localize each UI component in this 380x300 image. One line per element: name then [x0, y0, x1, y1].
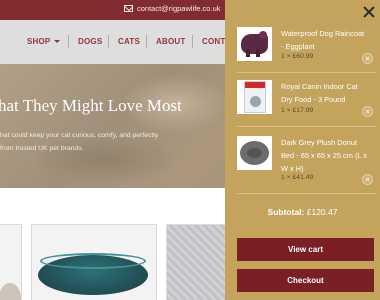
cart-divider [237, 126, 376, 127]
cart-item-thumbnail[interactable] [237, 27, 272, 61]
cat-food-bag-icon [244, 81, 266, 113]
bag-label-band [245, 82, 265, 88]
donut-bed-center [247, 148, 262, 158]
cart-item-quantity: 1 × £41.49 [281, 174, 314, 181]
subtotal-label: Subtotal: [267, 207, 305, 217]
remove-item-icon[interactable] [362, 106, 373, 117]
raincoat-leg [246, 49, 250, 57]
cart-item-name[interactable]: Royal Canin Indoor Cat Dry Food - 3 Poun… [281, 80, 367, 106]
cart-item-quantity: 1 × £60.99 [281, 53, 314, 60]
remove-item-icon[interactable] [362, 174, 373, 185]
raincoat-leg [256, 49, 260, 57]
page-overlay[interactable] [0, 0, 225, 300]
bag-cat-picture [250, 96, 261, 107]
cart-item-name[interactable]: Waterproof Dog Raincoat - Eggplant [281, 27, 367, 53]
cart-item: Royal Canin Indoor Cat Dry Food - 3 Poun… [237, 80, 377, 120]
cart-item-name[interactable]: Dark Grey Plush Donut Bed - 65 x 65 x 25… [281, 136, 367, 175]
cart-subtotal: Subtotal: £120.47 [225, 207, 380, 217]
cart-item-thumbnail[interactable] [237, 80, 272, 114]
cart-divider [237, 72, 376, 73]
cart-item: Dark Grey Plush Donut Bed - 65 x 65 x 25… [237, 136, 377, 188]
cart-item: Waterproof Dog Raincoat - Eggplant 1 × £… [237, 27, 377, 67]
subtotal-value: £120.47 [306, 207, 338, 217]
cart-item-quantity: 1 × £17.99 [281, 107, 314, 114]
checkout-button[interactable]: Checkout [237, 269, 374, 292]
close-icon[interactable] [362, 5, 376, 19]
raincoat-hood [259, 31, 267, 39]
cart-item-thumbnail[interactable] [237, 136, 272, 170]
cart-divider [237, 193, 376, 194]
view-cart-button[interactable]: View cart [237, 238, 374, 261]
remove-item-icon[interactable] [362, 53, 373, 64]
